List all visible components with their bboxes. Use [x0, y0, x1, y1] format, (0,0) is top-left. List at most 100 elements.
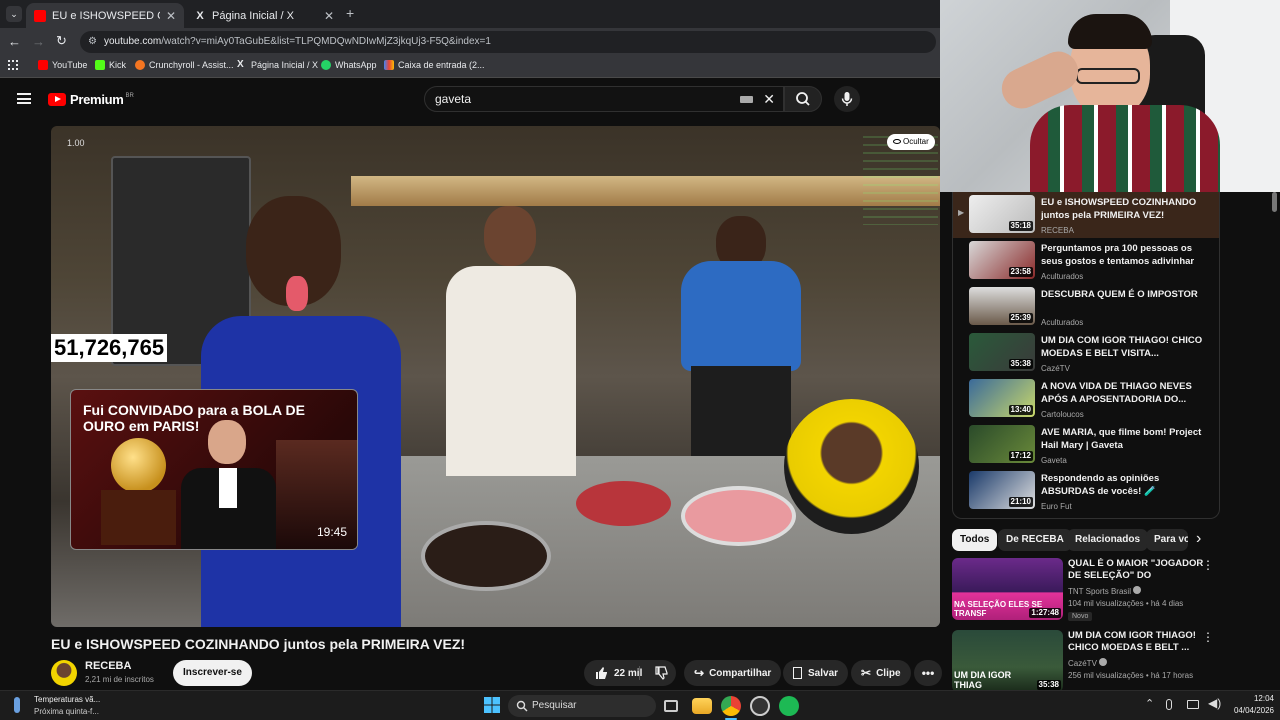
show-hidden-icons[interactable]: ⌃: [1145, 697, 1154, 710]
youtube-header: Premium BR gaveta ✕: [0, 80, 940, 120]
back-icon[interactable]: ←: [8, 34, 21, 49]
share-button[interactable]: ↪ Compartilhar: [684, 660, 782, 686]
close-tab-icon[interactable]: ✕: [324, 9, 334, 23]
bookmarks-bar: YouTube Kick Crunchyroll - Assist... X Pá…: [0, 56, 940, 78]
video-player[interactable]: 1.00: [51, 126, 940, 627]
clear-search-icon[interactable]: ✕: [763, 87, 775, 111]
chip-related[interactable]: Relacionados: [1067, 529, 1149, 551]
playlist-thumbnail: 35:18: [969, 195, 1035, 233]
region-label: BR: [125, 92, 134, 99]
bookmark-kick[interactable]: Kick: [95, 60, 126, 70]
playlist-item[interactable]: 21:10 Respondendo as opiniões ABSURDAS d…: [953, 468, 1219, 514]
more-vert-icon[interactable]: ⋮: [1202, 630, 1214, 644]
volume-icon[interactable]: ◀): [1208, 696, 1221, 710]
thermometer-icon: [14, 697, 20, 713]
person-middle: [446, 206, 576, 476]
kick-icon: [95, 60, 105, 70]
thumbnail-caption: UM DIA IGOR THIAG: [954, 670, 1012, 690]
windows-taskbar: Temperaturas vã... Próxima quinta-f... P…: [0, 690, 1280, 720]
task-view-icon[interactable]: [664, 700, 678, 712]
subscribe-button[interactable]: Inscrever-se: [173, 660, 252, 686]
kitchen-light-strip: [351, 176, 940, 206]
youtube-icon: [38, 60, 48, 70]
playlist-item[interactable]: ▶ 35:18 EU e ISHOWSPEED COZINHANDO junto…: [953, 192, 1219, 238]
tab-youtube[interactable]: EU e ISHOWSPEED COZINHANDO juntos pela P…: [26, 3, 184, 28]
spotify-icon[interactable]: [779, 696, 799, 716]
bookmark-youtube[interactable]: YouTube: [38, 60, 87, 70]
chip-from-channel[interactable]: De RECEBA: [998, 529, 1072, 551]
channel-name[interactable]: RECEBA: [85, 660, 131, 672]
recommended-video[interactable]: UM DIA IGOR THIAG 35:38 UM DIA COM IGOR …: [952, 630, 1222, 694]
bookmark-x[interactable]: X Página Inicial / X: [237, 59, 318, 71]
microphone-icon[interactable]: [1166, 699, 1172, 710]
gmail-icon: [384, 60, 394, 70]
tab-search-button[interactable]: ⌄: [6, 6, 22, 22]
cake-chocolate: [421, 521, 551, 591]
obs-icon[interactable]: [750, 696, 770, 716]
playlist-thumbnail: 35:38: [969, 333, 1035, 371]
menu-icon[interactable]: [17, 93, 31, 104]
chevron-right-icon[interactable]: ›: [1196, 530, 1201, 548]
playlist-panel: ▶ 35:18 EU e ISHOWSPEED COZINHANDO junto…: [952, 192, 1220, 519]
video-title: EU e ISHOWSPEED COZINHANDO juntos pela P…: [51, 636, 466, 652]
x-icon: X: [237, 59, 244, 70]
thumbs-up-icon: [596, 667, 607, 679]
youtube-icon: [34, 9, 46, 22]
clip-button[interactable]: ✂ Clipe: [851, 660, 911, 686]
share-icon: ↪: [694, 666, 705, 680]
voice-search-button[interactable]: [834, 86, 860, 112]
save-button[interactable]: Salvar: [783, 660, 849, 686]
new-tab-button[interactable]: +: [346, 5, 354, 21]
clock[interactable]: 12:04 04/04/2026: [1222, 694, 1274, 715]
playlist-item[interactable]: 25:39 DESCUBRA QUEM É O IMPOSTOR Acultur…: [953, 284, 1219, 330]
search-button[interactable]: [784, 86, 822, 112]
file-explorer-icon[interactable]: [692, 698, 712, 714]
site-info-icon[interactable]: ⚙: [88, 31, 97, 53]
keyboard-icon[interactable]: [740, 96, 753, 103]
crunchyroll-icon: [135, 60, 145, 70]
tab-title: EU e ISHOWSPEED COZINHANDO juntos pela P…: [52, 9, 160, 22]
youtube-logo[interactable]: Premium BR: [48, 92, 134, 107]
tab-title: Página Inicial / X: [212, 9, 294, 22]
verified-icon: [1133, 586, 1142, 594]
chrome-icon[interactable]: [721, 696, 741, 716]
chip-all[interactable]: Todos: [952, 529, 998, 551]
endcard-trophy-base: [101, 490, 176, 545]
url-field[interactable]: ⚙ youtube.com/watch?v=miAy0TaGubE&list=T…: [80, 31, 936, 53]
playlist-item[interactable]: 23:58 Perguntamos pra 100 pessoas os seu…: [953, 238, 1219, 284]
playlist-item[interactable]: 35:38 UM DIA COM IGOR THIAGO! CHICO MOED…: [953, 330, 1219, 376]
search-input[interactable]: gaveta ✕: [424, 86, 784, 112]
address-bar-row: ← → ↻ ⚙ youtube.com/watch?v=miAy0TaGubE&…: [0, 28, 940, 56]
start-button[interactable]: [484, 697, 500, 713]
endscreen-video-card[interactable]: Fui CONVIDADO para a BOLA DE OURO em PAR…: [70, 389, 358, 550]
x-icon: X: [196, 9, 204, 22]
bookmark-whatsapp[interactable]: WhatsApp: [321, 60, 377, 70]
playlist-item[interactable]: 17:12 AVE MARIA, que filme bom! Project …: [953, 422, 1219, 468]
more-vert-icon[interactable]: ⋮: [1202, 558, 1214, 572]
bookmark-crunchyroll[interactable]: Crunchyroll - Assist...: [135, 60, 234, 70]
reload-icon[interactable]: ↻: [56, 33, 67, 49]
thumbs-down-icon[interactable]: [654, 666, 668, 680]
recommended-video[interactable]: NA SELEÇÃO ELES SE TRANSF 1:27:48 QUAL É…: [952, 558, 1222, 622]
channel-avatar[interactable]: [51, 660, 77, 686]
taskbar-search[interactable]: Pesquisar: [508, 695, 656, 717]
tab-x[interactable]: X Página Inicial / X ✕: [186, 3, 342, 28]
hide-overlay-button[interactable]: Ocultar: [887, 134, 935, 150]
endcard-person: [181, 420, 276, 549]
forward-icon[interactable]: →: [32, 34, 45, 49]
network-icon[interactable]: [1187, 700, 1199, 709]
bookmark-gmail[interactable]: Caixa de entrada (2...: [384, 60, 485, 70]
verified-icon: [1099, 658, 1108, 666]
logo-text: Premium: [70, 92, 124, 107]
more-actions-button[interactable]: •••: [914, 660, 942, 686]
like-button[interactable]: 22 mil: [584, 660, 676, 686]
endcard-duration: 19:45: [316, 525, 347, 539]
apps-icon[interactable]: [8, 60, 18, 70]
close-tab-icon[interactable]: ✕: [166, 9, 176, 23]
person-right: [681, 216, 801, 456]
page-scrollbar[interactable]: [1272, 192, 1277, 212]
chip-for-you[interactable]: Para vo: [1146, 529, 1188, 551]
weather-widget[interactable]: Temperaturas vã... Próxima quinta-f...: [8, 693, 128, 719]
windows-icon: [484, 697, 500, 713]
playlist-item[interactable]: 13:40 A NOVA VIDA DE THIAGO NEVES APÓS A…: [953, 376, 1219, 422]
